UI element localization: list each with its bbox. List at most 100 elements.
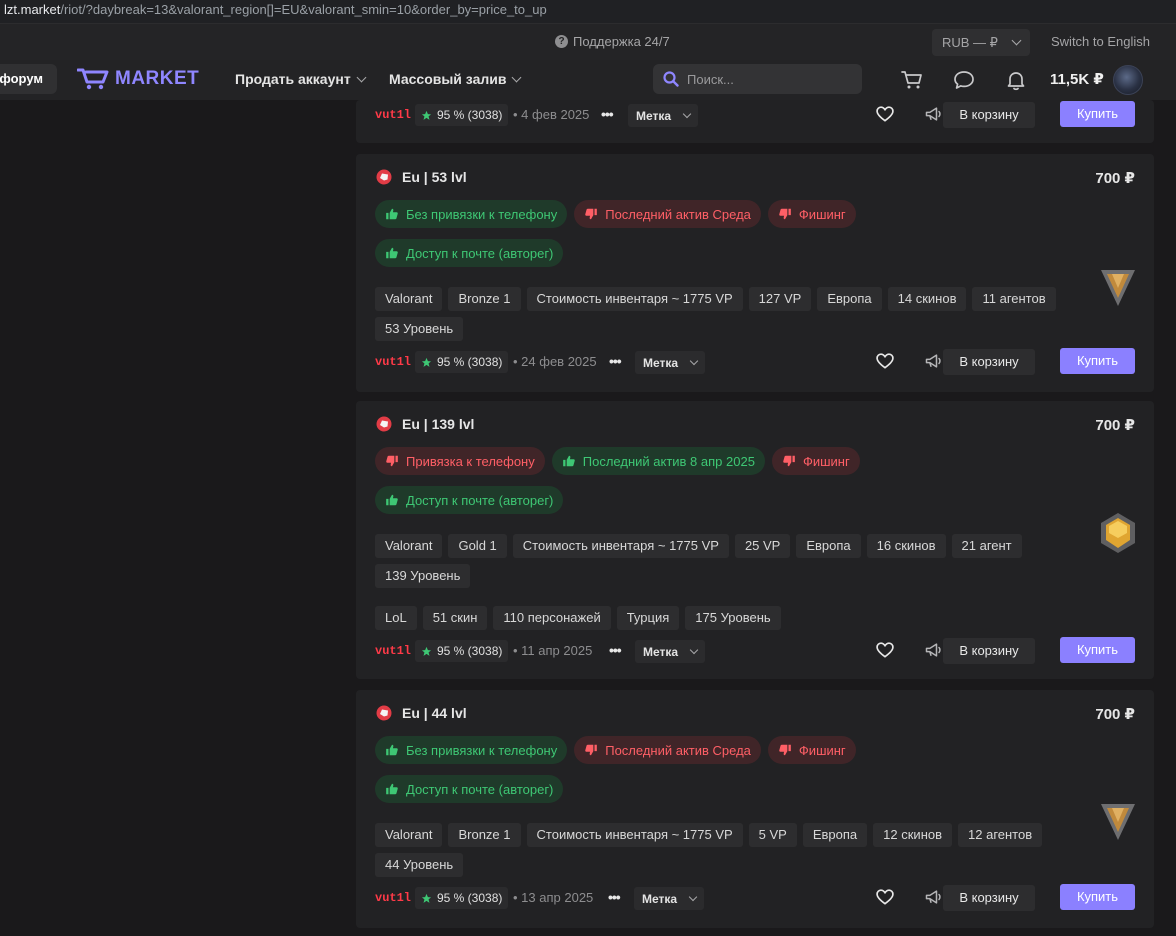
top-strip: ? Поддержка 24/7 RUB — ₽ Switch to Engli… <box>0 24 1176 60</box>
heart-icon[interactable] <box>875 887 895 907</box>
heart-icon[interactable] <box>875 640 895 660</box>
riot-icon <box>376 169 392 185</box>
nav-mass-upload[interactable]: Массовый залив <box>389 71 522 87</box>
seller-name[interactable]: vut1l <box>375 891 411 905</box>
chip: 5 VP <box>748 823 797 847</box>
listing-footer: vut1l 95 % (3038) • 24 фев 2025 ••• Метк… <box>375 348 1135 378</box>
tag-select[interactable]: Метка <box>635 640 705 663</box>
tag-select[interactable]: Метка <box>628 104 698 127</box>
chevron-down-icon <box>689 356 699 365</box>
megaphone-icon[interactable] <box>924 640 944 660</box>
buy-button[interactable]: Купить <box>1060 637 1135 663</box>
megaphone-icon[interactable] <box>924 104 944 124</box>
listing-title-row[interactable]: Eu | 139 lvl <box>376 416 474 432</box>
more-options-icon[interactable]: ••• <box>609 353 622 369</box>
status-badge: Привязка к телефону <box>375 447 545 475</box>
browser-url-bar[interactable]: lzt.market/riot/?daybreak=13&valorant_re… <box>0 0 1176 24</box>
listing-title-row[interactable]: Eu | 53 lvl <box>376 169 467 185</box>
listing-card[interactable]: Eu | 44 lvl 700 ₽ Без привязки к телефон… <box>356 690 1154 928</box>
seller-rating: 95 % (3038) <box>415 351 509 373</box>
megaphone-icon[interactable] <box>924 887 944 907</box>
listing-card[interactable]: vut1l 95 % (3038) • 4 фев 2025 ••• Метка… <box>356 100 1154 143</box>
more-options-icon[interactable]: ••• <box>601 106 614 122</box>
heart-icon[interactable] <box>875 351 895 371</box>
tag-select-label: Метка <box>642 891 678 906</box>
add-to-cart-button[interactable]: В корзину <box>943 102 1035 128</box>
chevron-down-icon <box>1011 35 1022 46</box>
rating-value: 95 % (3038) <box>437 891 503 905</box>
language-switch[interactable]: Switch to English <box>1051 34 1150 49</box>
avatar[interactable] <box>1113 65 1143 95</box>
main-header: форум MARKET Продать аккаунт Массовый за… <box>0 60 1176 100</box>
star-icon <box>421 646 432 656</box>
status-badge: Доступ к почте (авторег) <box>375 775 564 803</box>
listing-card[interactable]: Eu | 53 lvl 700 ₽ Без привязки к телефон… <box>356 154 1154 392</box>
tag-select-label: Метка <box>643 355 679 370</box>
more-options-icon[interactable]: ••• <box>609 642 622 658</box>
seller-rating: 95 % (3038) <box>415 887 509 909</box>
chip: 53 Уровень <box>375 317 464 341</box>
seller-rating: 95 % (3038) <box>415 640 509 662</box>
chip: LoL <box>375 606 417 630</box>
buy-button[interactable]: Купить <box>1060 101 1135 127</box>
chat-icon[interactable] <box>952 68 976 92</box>
megaphone-icon[interactable] <box>924 351 944 371</box>
thumbs-up-icon <box>562 455 575 467</box>
listing-title: Eu | 53 lvl <box>402 169 467 185</box>
buy-button[interactable]: Купить <box>1060 884 1135 910</box>
currency-select[interactable]: RUB — ₽ <box>932 29 1030 56</box>
nav-sell-account-label: Продать аккаунт <box>235 71 351 87</box>
seller-name[interactable]: vut1l <box>375 644 411 658</box>
tag-select[interactable]: Метка <box>635 351 705 374</box>
listing-card[interactable]: Eu | 139 lvl 700 ₽ Привязка к телефону П… <box>356 401 1154 679</box>
thumbs-down-icon <box>779 744 791 756</box>
thumbs-up-icon <box>386 247 398 259</box>
riot-icon <box>376 416 392 432</box>
cart-icon[interactable] <box>900 68 924 92</box>
add-to-cart-button[interactable]: В корзину <box>943 638 1035 664</box>
seller-rating: 95 % (3038) <box>415 104 509 126</box>
currency-value: RUB — ₽ <box>942 34 998 50</box>
rating-value: 95 % (3038) <box>437 355 503 369</box>
thumbs-down-icon <box>779 208 791 220</box>
add-to-cart-button[interactable]: В корзину <box>943 349 1035 375</box>
buy-button[interactable]: Купить <box>1060 348 1135 374</box>
chevron-down-icon <box>356 72 367 82</box>
thumbs-up-icon <box>386 744 398 756</box>
seller-name[interactable]: vut1l <box>375 108 411 122</box>
help-icon: ? <box>555 35 568 48</box>
chip: Стоимость инвентаря ~ 1775 VP <box>512 534 729 558</box>
seller-name[interactable]: vut1l <box>375 355 411 369</box>
chip: Bronze 1 <box>448 287 521 311</box>
tag-select[interactable]: Метка <box>634 887 704 910</box>
balance[interactable]: 11,5K ₽ <box>1050 70 1104 88</box>
bell-icon[interactable] <box>1004 68 1028 92</box>
forum-button[interactable]: форум <box>0 64 57 94</box>
chip: 21 агент <box>951 534 1022 558</box>
rating-value: 95 % (3038) <box>437 644 503 658</box>
market-logo[interactable]: MARKET <box>77 67 199 91</box>
support-link[interactable]: ? Поддержка 24/7 <box>555 34 670 49</box>
heart-icon[interactable] <box>875 104 895 124</box>
star-icon <box>421 893 432 903</box>
search-input[interactable] <box>687 71 847 87</box>
chevron-down-icon <box>512 72 522 82</box>
chip: 12 скинов <box>873 823 953 847</box>
listing-title-row[interactable]: Eu | 44 lvl <box>376 705 467 721</box>
chip: Gold 1 <box>448 534 507 558</box>
chevron-down-icon <box>682 109 692 118</box>
more-options-icon[interactable]: ••• <box>608 889 621 905</box>
status-badge: Последний актив 8 апр 2025 <box>551 447 765 475</box>
add-to-cart-button[interactable]: В корзину <box>943 885 1035 911</box>
url-host: lzt.market <box>4 2 61 17</box>
chips-list-lol: LoL 51 скин 110 персонажей Турция 175 Ур… <box>375 606 1095 630</box>
chip: 110 персонажей <box>493 606 611 630</box>
chip: 11 агентов <box>972 287 1056 311</box>
bronze-rank-icon <box>1101 270 1135 306</box>
listing-date: • 4 фев 2025 <box>513 107 590 122</box>
nav-mass-upload-label: Массовый залив <box>389 71 507 87</box>
listing-price: 700 ₽ <box>1095 417 1135 434</box>
status-badge: Доступ к почте (авторег) <box>375 486 564 514</box>
search-box[interactable] <box>653 64 862 94</box>
nav-sell-account[interactable]: Продать аккаунт <box>235 71 367 87</box>
